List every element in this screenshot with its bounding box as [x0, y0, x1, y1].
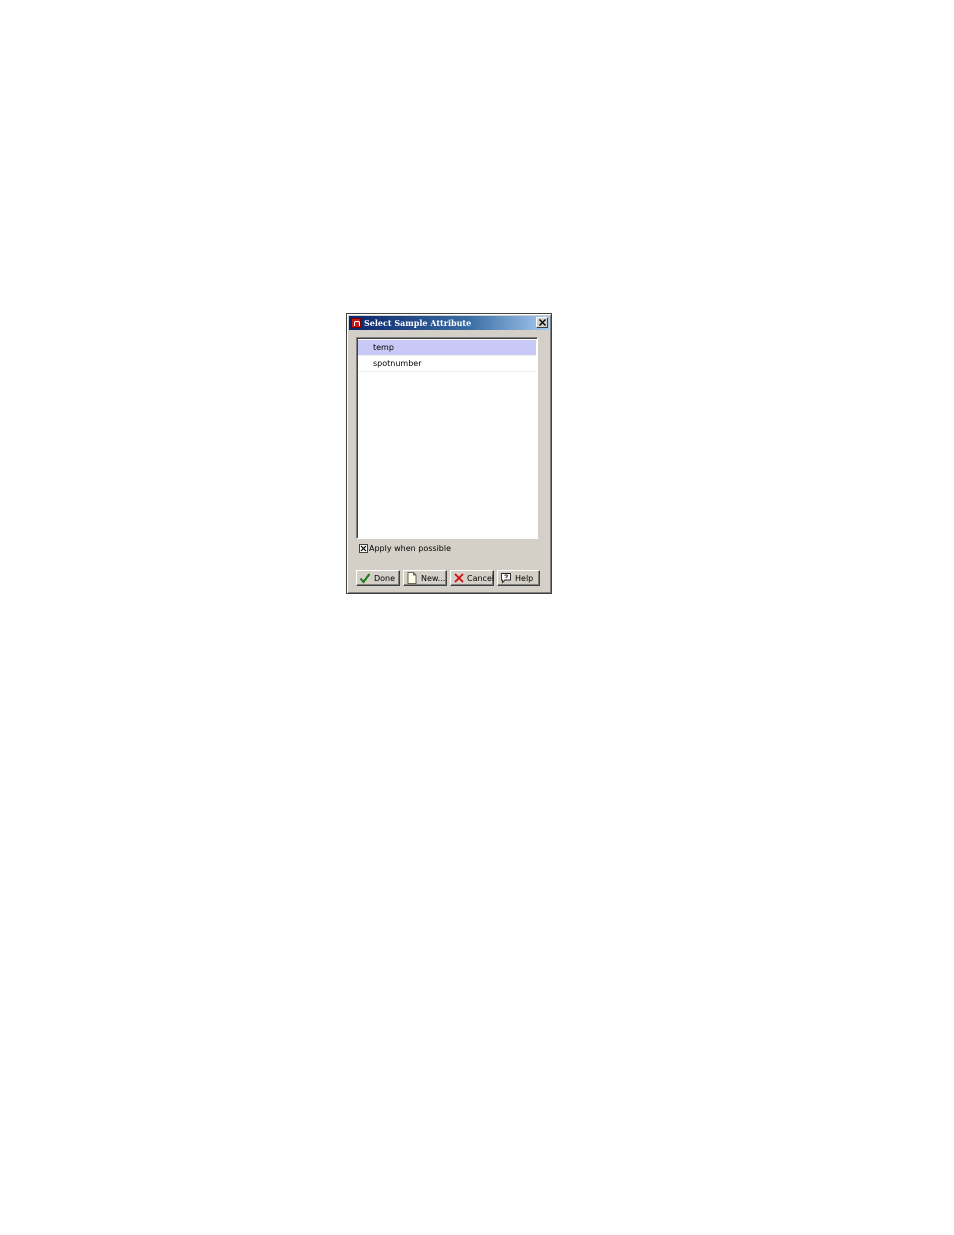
new-button-label: New... [421, 573, 446, 583]
title-bar[interactable]: Select Sample Attribute [349, 316, 549, 330]
checkmark-icon [359, 572, 371, 584]
done-button[interactable]: Done [356, 570, 400, 586]
list-item-spotnumber[interactable]: spotnumber [358, 356, 536, 372]
list-item-label: temp [373, 343, 394, 352]
list-item-temp[interactable]: temp [358, 340, 536, 356]
new-document-icon [406, 572, 418, 584]
attribute-list[interactable]: temp spotnumber [356, 337, 538, 539]
help-button-label: Help [515, 573, 534, 583]
dialog-title: Select Sample Attribute [364, 318, 472, 328]
apply-when-possible-checkbox[interactable] [359, 544, 368, 553]
apply-when-possible-label: Apply when possible [369, 544, 452, 553]
close-button[interactable] [536, 317, 548, 328]
help-button[interactable]: Help [497, 570, 540, 586]
cancel-button-label: Cancel [467, 573, 495, 583]
cancel-x-icon [453, 572, 465, 584]
new-button[interactable]: New... [403, 570, 447, 586]
button-bar: Done New... Cancel Help [356, 570, 540, 586]
help-icon [500, 572, 512, 584]
list-item-label: spotnumber [373, 359, 422, 368]
done-button-label: Done [374, 573, 396, 583]
select-sample-attribute-dialog: Select Sample Attribute temp spotnumber … [346, 313, 552, 594]
apply-when-possible-option[interactable]: Apply when possible [359, 544, 451, 553]
close-icon [538, 319, 546, 326]
cancel-button[interactable]: Cancel [450, 570, 494, 586]
matlab-icon [351, 318, 361, 328]
checkmark-x-icon [360, 545, 367, 552]
